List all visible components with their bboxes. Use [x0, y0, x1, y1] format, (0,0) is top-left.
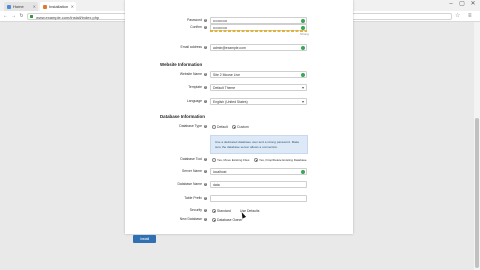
- database-type-label: Database Type: [179, 124, 202, 128]
- website-name-value: Site 2 Moose Live: [213, 73, 240, 77]
- security-standard-radio[interactable]: [212, 209, 216, 213]
- valid-check-icon: [301, 170, 305, 174]
- valid-check-icon: [301, 46, 305, 50]
- password-label: Password: [187, 18, 202, 22]
- server-name-value: localhost: [213, 170, 227, 174]
- db-tool-drop-radio[interactable]: [254, 158, 258, 162]
- scrollbar-thumb[interactable]: [475, 118, 479, 268]
- db-type-custom-label: Custom: [237, 125, 249, 129]
- database-tool-label: Database Tool: [180, 157, 202, 161]
- chevron-down-icon: ▾: [301, 99, 304, 104]
- lock-icon: [30, 15, 33, 18]
- db-tool-drop-label: Yes, Drop/Delete Existing Database: [259, 158, 307, 162]
- valid-check-icon: [301, 73, 305, 77]
- browser-menu-icon[interactable]: ≡: [468, 12, 472, 20]
- template-select[interactable]: Default Theme ▾: [210, 84, 307, 91]
- server-name-label: Server Name: [182, 169, 202, 173]
- password-value: ••••••••••••: [213, 19, 228, 23]
- install-button[interactable]: Install: [133, 235, 156, 243]
- browser-tab-home[interactable]: Home ✕: [4, 2, 38, 11]
- server-name-field[interactable]: localhost: [210, 168, 307, 175]
- tab-close-icon[interactable]: ✕: [71, 2, 74, 11]
- installer-icon: [43, 4, 47, 9]
- database-information-heading: Database Information: [160, 114, 205, 119]
- reload-icon[interactable]: ↻: [18, 12, 25, 20]
- template-value: Default Theme: [213, 86, 236, 90]
- bookmark-star-icon[interactable]: ☆: [455, 12, 460, 20]
- tab-close-icon[interactable]: ✕: [33, 2, 36, 11]
- website-name-label: Website Name: [179, 72, 202, 76]
- email-field[interactable]: admin@example.com: [210, 44, 307, 51]
- back-arrow-icon[interactable]: ←: [2, 12, 9, 20]
- url-text: www.example.com/install/index.php: [36, 14, 100, 20]
- db-type-default-label: Default: [217, 125, 228, 129]
- tab-label: Home: [13, 4, 24, 9]
- language-value: English (United States): [213, 100, 248, 104]
- email-value: admin@example.com: [213, 46, 246, 50]
- close-window-button[interactable]: ✕: [468, 0, 478, 9]
- minimize-button[interactable]: –: [446, 0, 456, 9]
- database-owner-label: Database Owner: [217, 218, 243, 222]
- email-label: Email address: [180, 45, 202, 49]
- website-name-field[interactable]: Site 2 Moose Live: [210, 71, 307, 78]
- language-select[interactable]: English (United States) ▾: [210, 98, 307, 105]
- database-info-alert: Use a dedicated database user and a stro…: [210, 135, 308, 154]
- database-name-value: data: [213, 183, 220, 187]
- valid-check-icon: [301, 19, 305, 23]
- table-prefix-field[interactable]: [210, 195, 307, 202]
- database-name-field[interactable]: data: [210, 181, 307, 188]
- database-owner-radio[interactable]: [212, 218, 216, 222]
- language-label: Language: [186, 99, 202, 103]
- database-name-label: Database Name: [177, 182, 202, 186]
- security-standard-label: Standard: [217, 209, 231, 213]
- maximize-button[interactable]: ▢: [457, 0, 467, 9]
- password-field[interactable]: ••••••••••••: [210, 17, 307, 24]
- forward-arrow-icon[interactable]: →: [10, 12, 17, 20]
- template-label: Template: [188, 85, 202, 89]
- password-strength-meter: [210, 30, 307, 32]
- chevron-down-icon: ▾: [301, 85, 304, 90]
- db-type-default-radio[interactable]: [212, 125, 216, 129]
- db-tool-move-radio[interactable]: [212, 158, 216, 162]
- new-database-label: New Database: [179, 217, 202, 221]
- password-strength-text: Strong: [300, 32, 309, 36]
- table-prefix-label: Table Prefix: [184, 196, 202, 200]
- home-page-icon: [7, 4, 11, 9]
- tab-label: Installation: [49, 4, 69, 9]
- security-label: Security: [189, 208, 202, 212]
- db-type-custom-radio[interactable]: [232, 125, 236, 129]
- db-tool-move-label: Yes, Move Existing Files: [217, 158, 250, 162]
- website-information-heading: Website Information: [160, 62, 203, 67]
- browser-tab-installation[interactable]: Installation ✕: [40, 2, 76, 11]
- confirm-label: Confirm: [190, 25, 202, 29]
